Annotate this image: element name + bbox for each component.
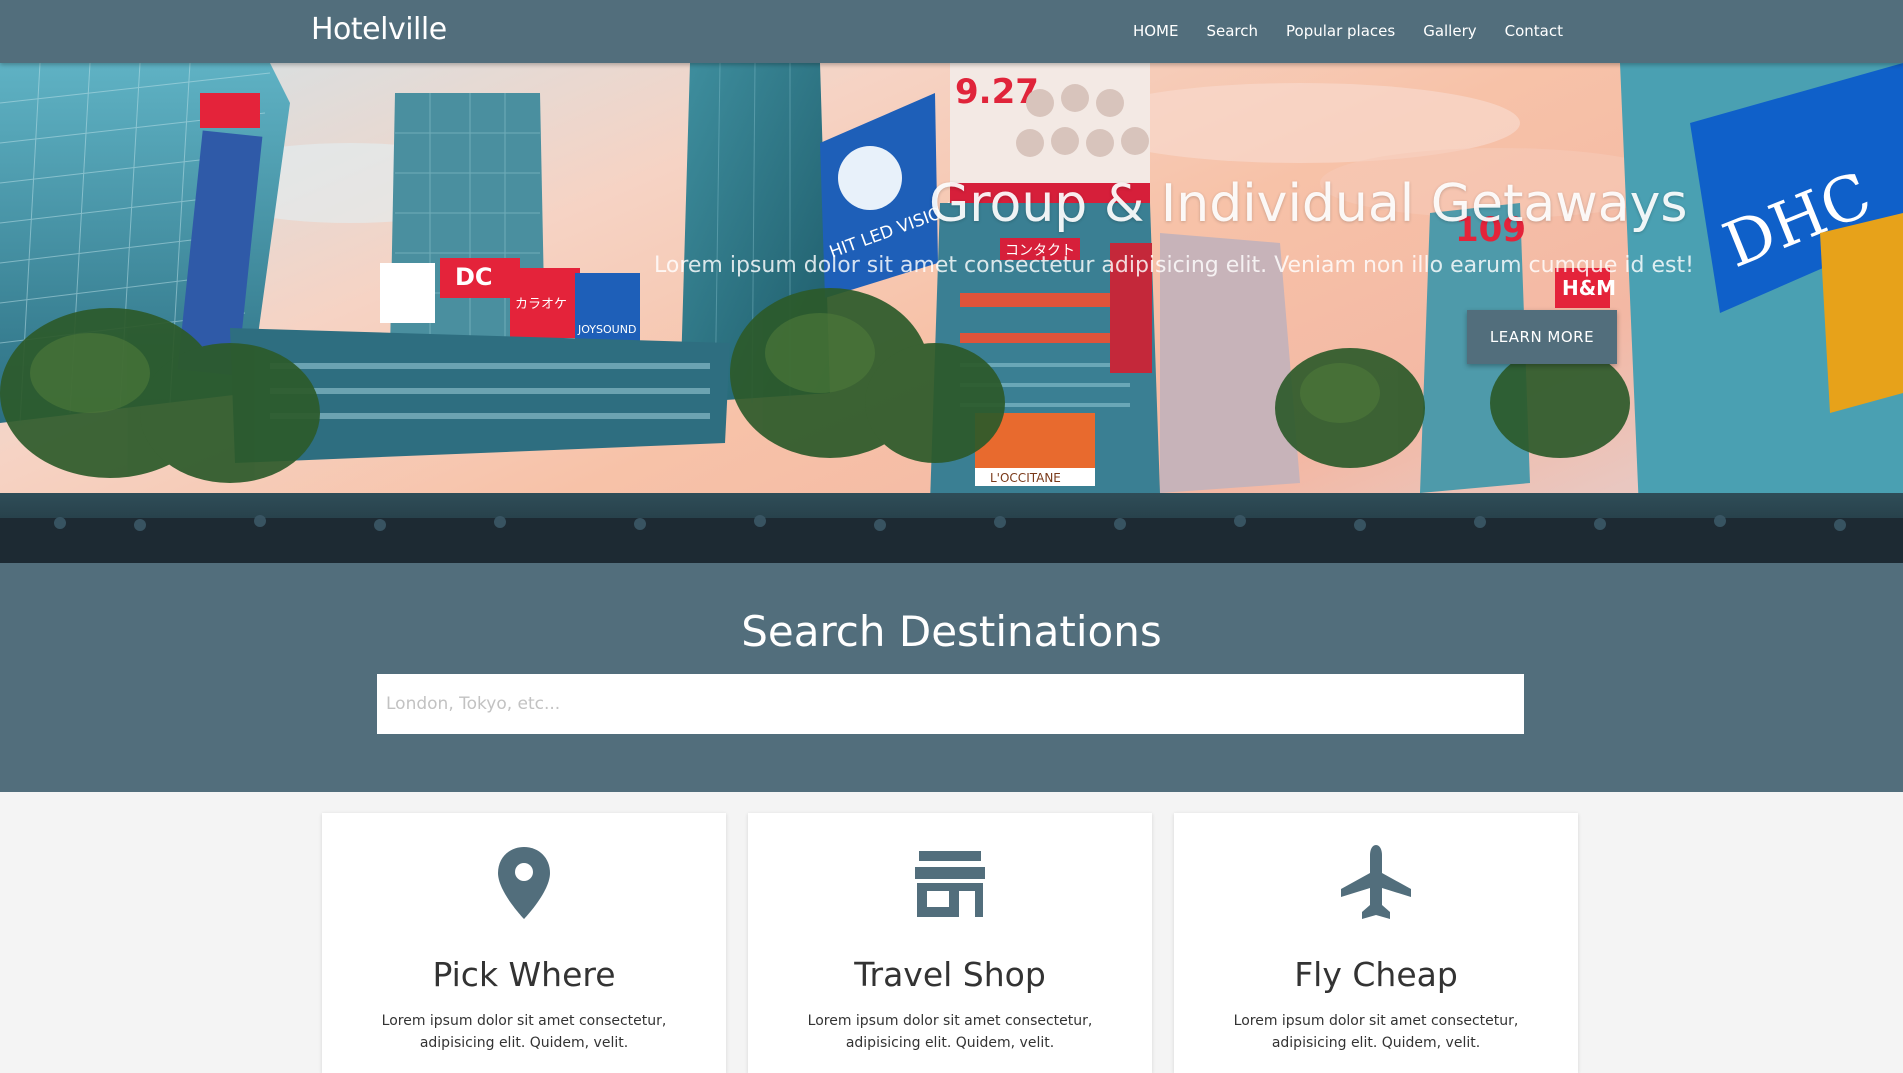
search-section: Search Destinations	[0, 563, 1903, 792]
store-icon	[748, 845, 1152, 925]
navbar: Hotelville HOME Search Popular places Ga…	[0, 0, 1903, 63]
card-text: Lorem ipsum dolor sit amet consectetur, …	[1233, 1013, 1519, 1051]
nav-gallery[interactable]: Gallery	[1409, 20, 1490, 42]
card-title: Travel Shop	[854, 955, 1046, 994]
card-pick-where: Pick Where Lorem ipsum dolor sit amet co…	[322, 813, 726, 1073]
search-title: Search Destinations	[741, 607, 1162, 656]
plane-icon	[1174, 845, 1578, 925]
hero-title: Group & Individual Getaways	[929, 174, 1688, 234]
hero-section: HIT LED VISION HIT LED VISION 9.27 コンタクト…	[0, 63, 1903, 563]
nav-search[interactable]: Search	[1192, 20, 1272, 42]
billboard-date-text: 9.27	[955, 72, 1039, 112]
nav-home[interactable]: HOME	[1119, 20, 1193, 42]
brand-logo[interactable]: Hotelville	[311, 12, 447, 47]
map-marker-icon	[322, 845, 726, 925]
destination-search-input[interactable]	[377, 674, 1524, 734]
learn-more-button[interactable]: LEARN MORE	[1467, 310, 1617, 364]
billboard-occitane-text: L'OCCITANE	[990, 471, 1061, 485]
nav-contact[interactable]: Contact	[1491, 20, 1577, 42]
billboard-joysound-text: JOYSOUND	[577, 323, 636, 336]
billboard-karaoke-text: カラオケ	[515, 297, 567, 312]
nav-popular-places[interactable]: Popular places	[1272, 20, 1409, 42]
card-text: Lorem ipsum dolor sit amet consectetur, …	[807, 1013, 1093, 1051]
feature-cards: Pick Where Lorem ipsum dolor sit amet co…	[322, 813, 1580, 1073]
card-travel-shop: Travel Shop Lorem ipsum dolor sit amet c…	[748, 813, 1152, 1073]
card-title: Pick Where	[432, 955, 616, 994]
nav-links: HOME Search Popular places Gallery Conta…	[1119, 20, 1577, 42]
card-text: Lorem ipsum dolor sit amet consectetur, …	[381, 1013, 667, 1051]
card-title: Fly Cheap	[1294, 955, 1458, 994]
billboard-dc-text: DC	[455, 263, 493, 291]
hero-subtitle: Lorem ipsum dolor sit amet consectetur a…	[654, 253, 1694, 278]
hero-background-image: HIT LED VISION HIT LED VISION 9.27 コンタクト…	[0, 63, 1903, 563]
billboard-hm-text: H&M	[1562, 276, 1616, 300]
card-fly-cheap: Fly Cheap Lorem ipsum dolor sit amet con…	[1174, 813, 1578, 1073]
